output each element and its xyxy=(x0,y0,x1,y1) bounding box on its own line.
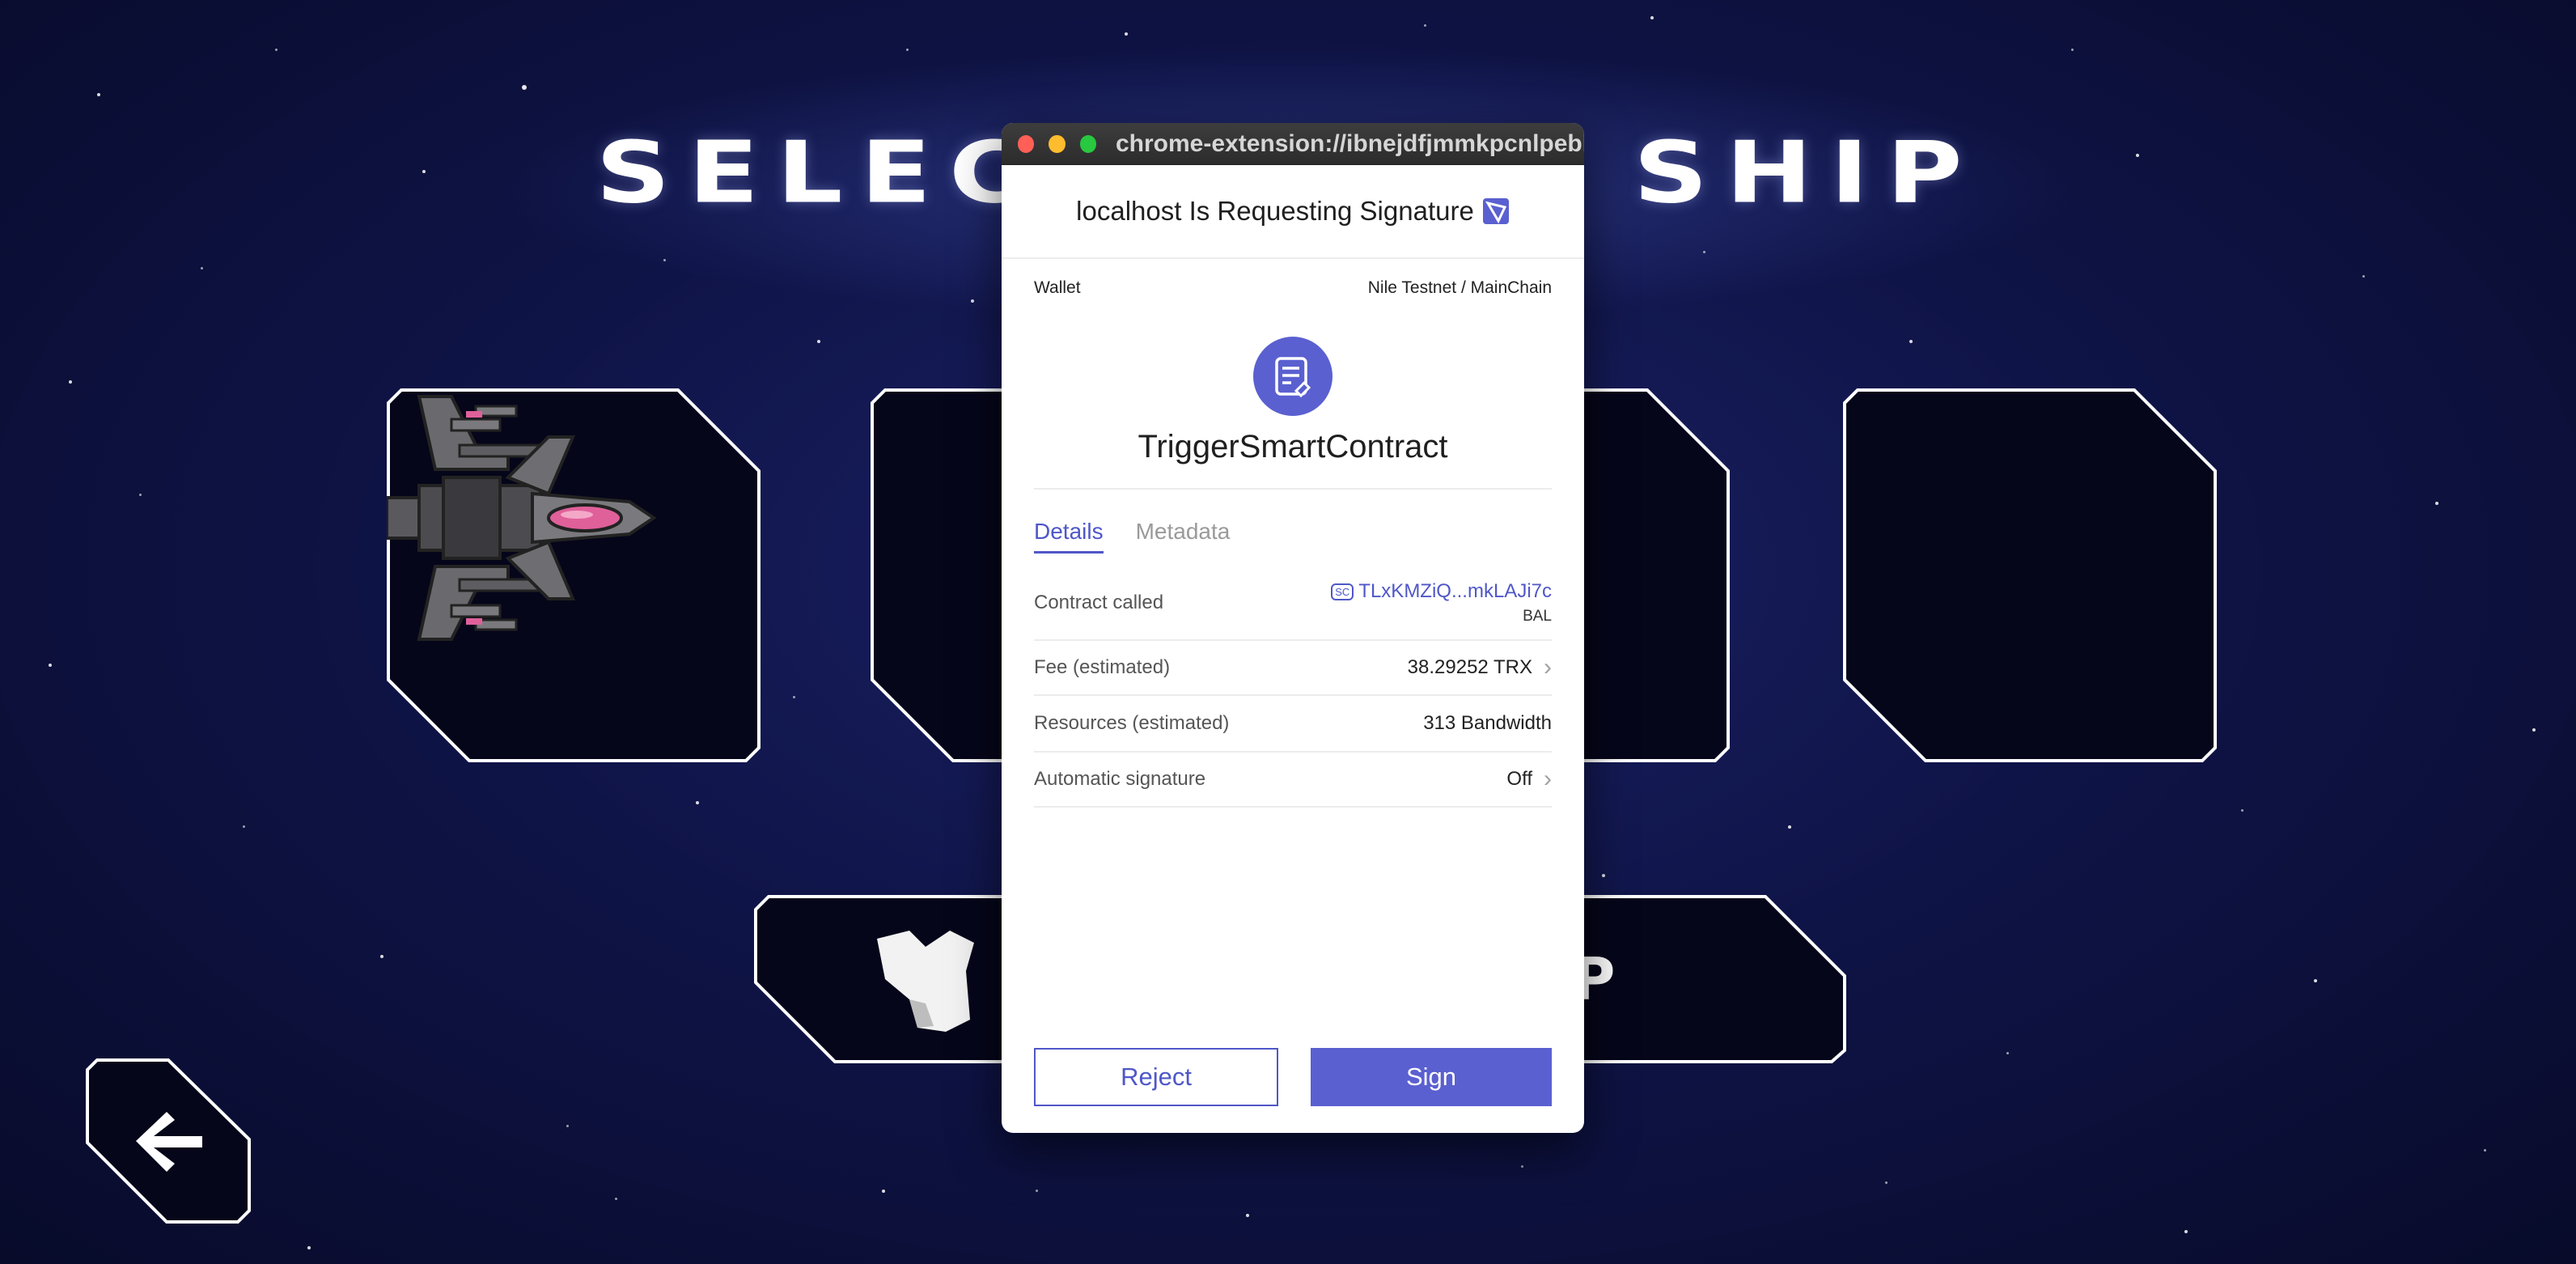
fee-row[interactable]: Fee (estimated) 38.29252 TRX › xyxy=(1034,641,1552,696)
sign-button[interactable]: Sign xyxy=(1311,1048,1552,1106)
fee-value: 38.29252 TRX xyxy=(1407,656,1532,678)
signature-popup-window: chrome-extension://ibnejdfjmmkpcnlpebkl.… xyxy=(1002,123,1584,1133)
action-buttons: Reject Sign xyxy=(1034,1048,1552,1106)
tronlink-icon xyxy=(1482,197,1510,225)
request-header: localhost Is Requesting Signature xyxy=(1002,165,1584,259)
tab-details[interactable]: Details xyxy=(1034,519,1104,554)
method-name: TriggerSmartContract xyxy=(1034,429,1552,490)
request-title: localhost Is Requesting Signature xyxy=(1076,196,1474,226)
fee-label: Fee (estimated) xyxy=(1034,656,1171,678)
window-url: chrome-extension://ibnejdfjmmkpcnlpebkl.… xyxy=(1115,129,1584,157)
contract-token: BAL xyxy=(1523,608,1552,625)
contract-called-row: Contract called SC TLxKMZiQ...mkLAJi7c B… xyxy=(1034,566,1552,641)
window-zoom-button[interactable] xyxy=(1079,134,1096,153)
wallet-label: Wallet xyxy=(1034,278,1081,297)
resources-row: Resources (estimated) 313 Bandwidth xyxy=(1034,696,1552,753)
resources-value: 313 Bandwidth xyxy=(1423,712,1552,734)
reject-button[interactable]: Reject xyxy=(1034,1048,1278,1106)
contract-document-icon xyxy=(1253,337,1332,416)
back-arrow-icon xyxy=(136,1112,202,1172)
smart-contract-badge: SC xyxy=(1331,583,1354,600)
window-minimize-button[interactable] xyxy=(1049,134,1066,153)
resources-label: Resources (estimated) xyxy=(1034,712,1230,734)
wallet-row: Wallet Nile Testnet / MainChain xyxy=(1034,278,1552,298)
window-close-button[interactable] xyxy=(1018,134,1035,153)
contract-called-label: Contract called xyxy=(1034,592,1164,613)
ship-slot-1[interactable] xyxy=(387,388,761,762)
auto-signature-row[interactable]: Automatic signature Off › xyxy=(1034,753,1552,808)
tab-metadata[interactable]: Metadata xyxy=(1136,519,1231,554)
ship-slot-4[interactable] xyxy=(1843,388,2217,762)
chevron-right-icon: › xyxy=(1544,654,1552,681)
network-label: Nile Testnet / MainChain xyxy=(1367,278,1552,297)
window-titlebar: chrome-extension://ibnejdfjmmkpcnlpebkl.… xyxy=(1002,123,1584,165)
detail-tabs: Details Metadata xyxy=(1034,519,1552,554)
auto-signature-value: Off xyxy=(1506,768,1532,790)
ship-emblem-icon xyxy=(877,931,974,1032)
chevron-right-icon: › xyxy=(1544,766,1552,792)
back-button[interactable] xyxy=(86,1058,251,1224)
auto-signature-label: Automatic signature xyxy=(1034,768,1206,790)
fighter-ship-icon xyxy=(387,395,657,641)
contract-address: TLxKMZiQ...mkLAJi7c xyxy=(1358,580,1552,602)
contract-address-link[interactable]: SC TLxKMZiQ...mkLAJi7c xyxy=(1331,580,1552,603)
